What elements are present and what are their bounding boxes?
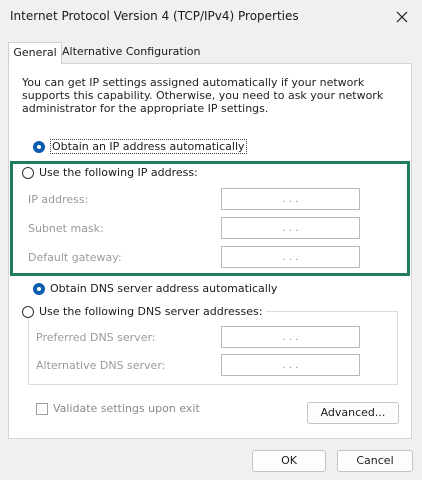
radio-indicator (33, 282, 45, 295)
advanced-button[interactable]: Advanced... (307, 402, 399, 424)
close-button[interactable] (390, 5, 414, 29)
obtain-ip-auto-label: Obtain an IP address automatically (50, 139, 247, 154)
cancel-button[interactable]: Cancel (337, 450, 413, 472)
alternative-dns-field[interactable]: . . . (221, 354, 360, 376)
use-following-ip-label: Use the following IP address: (39, 166, 198, 179)
preferred-dns-field[interactable]: . . . (221, 326, 360, 348)
alternative-dns-dots: . . . (282, 359, 299, 371)
title-bar: Internet Protocol Version 4 (TCP/IPv4) P… (0, 0, 422, 34)
radio-indicator (22, 305, 34, 318)
obtain-dns-auto-radio[interactable]: Obtain DNS server address automatically (33, 282, 277, 295)
obtain-ip-auto-radio[interactable]: Obtain an IP address automatically (33, 139, 247, 154)
tab-alternative-configuration[interactable]: Alternative Configuration (62, 42, 200, 62)
subnet-mask-field[interactable]: . . . (221, 217, 360, 239)
preferred-dns-dots: . . . (282, 331, 299, 343)
validate-settings-checkbox[interactable]: Validate settings upon exit (36, 402, 200, 415)
obtain-dns-auto-label: Obtain DNS server address automatically (50, 282, 278, 295)
default-gateway-label: Default gateway: (28, 251, 122, 264)
default-gateway-dots: . . . (282, 251, 299, 263)
radio-indicator (33, 140, 45, 153)
use-following-dns-label: Use the following DNS server addresses: (39, 305, 263, 318)
tab-general[interactable]: General (8, 42, 62, 64)
close-icon (396, 11, 408, 23)
ip-address-label: IP address: (28, 193, 89, 206)
preferred-dns-label: Preferred DNS server: (36, 331, 156, 344)
ip-address-field[interactable]: . . . (221, 188, 360, 210)
use-following-ip-radio[interactable]: Use the following IP address: (22, 166, 198, 179)
validate-settings-label: Validate settings upon exit (53, 402, 200, 415)
description-text: You can get IP settings assigned automat… (22, 76, 384, 115)
window-title: Internet Protocol Version 4 (TCP/IPv4) P… (10, 9, 299, 23)
checkbox-indicator (36, 402, 48, 415)
subnet-mask-label: Subnet mask: (28, 222, 104, 235)
subnet-mask-dots: . . . (282, 222, 299, 234)
radio-indicator (22, 166, 34, 179)
ip-address-dots: . . . (282, 193, 299, 205)
ok-button[interactable]: OK (252, 450, 326, 472)
use-following-dns-radio[interactable]: Use the following DNS server addresses: (22, 305, 267, 318)
default-gateway-field[interactable]: . . . (221, 246, 360, 268)
alternative-dns-label: Alternative DNS server: (36, 359, 166, 372)
